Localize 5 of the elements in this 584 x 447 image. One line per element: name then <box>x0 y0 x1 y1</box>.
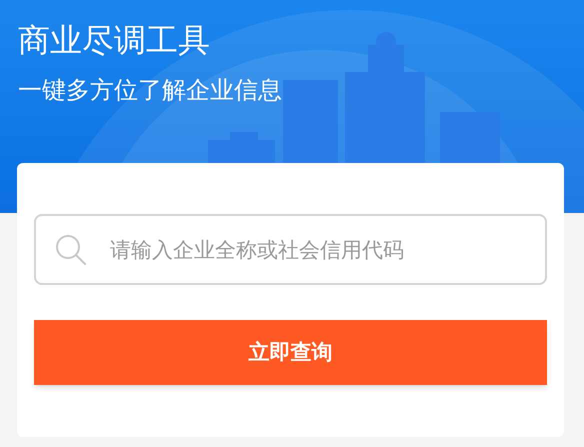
search-field[interactable]: 请输入企业全称或社会信用代码 <box>34 214 547 285</box>
search-button[interactable]: 立即查询 <box>34 320 547 385</box>
page-subtitle: 一键多方位了解企业信息 <box>18 75 283 106</box>
page-title: 商业尽调工具 <box>18 20 211 61</box>
search-icon <box>54 233 88 267</box>
